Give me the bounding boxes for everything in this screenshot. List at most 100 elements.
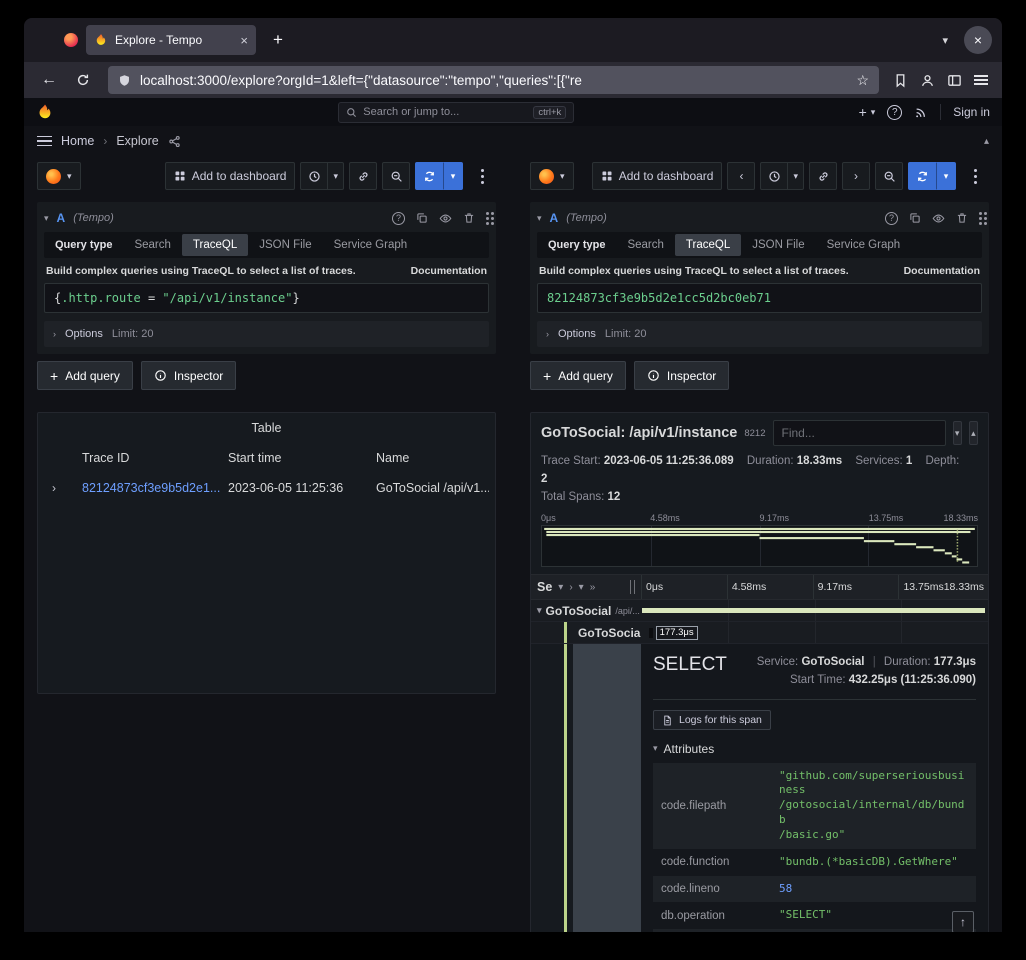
- list-tabs-chevron-icon[interactable]: ▾: [942, 34, 948, 47]
- time-shift-back-button[interactable]: ‹: [727, 162, 755, 190]
- news-rss-icon[interactable]: [914, 105, 928, 119]
- drag-handle-icon[interactable]: [486, 217, 489, 220]
- more-options-button[interactable]: [961, 162, 989, 190]
- attribute-row[interactable]: db.rows_affected 1: [653, 929, 976, 932]
- datasource-picker[interactable]: ▾: [37, 162, 81, 190]
- tab-search[interactable]: Search: [123, 234, 181, 256]
- tab-json-file[interactable]: JSON File: [741, 234, 815, 256]
- grafana-logo[interactable]: [36, 103, 54, 121]
- span-collapse-chevron-icon[interactable]: ▾: [537, 605, 542, 616]
- col-trace-id[interactable]: Trace ID: [82, 451, 228, 465]
- query-ref-id[interactable]: A: [57, 211, 66, 225]
- col-chevron-icon[interactable]: ▾: [558, 582, 563, 593]
- query-options-row[interactable]: › Options Limit: 20: [537, 321, 982, 347]
- link-button[interactable]: [349, 162, 377, 190]
- run-query-button[interactable]: [908, 162, 936, 190]
- time-picker-chevron[interactable]: ▾: [788, 162, 804, 190]
- col-name[interactable]: Name: [376, 451, 489, 465]
- mega-menu-icon[interactable]: [37, 133, 52, 150]
- column-resizer[interactable]: [630, 580, 635, 594]
- new-dropdown-button[interactable]: +▾: [859, 104, 876, 120]
- refresh-interval-chevron[interactable]: ▾: [443, 162, 463, 190]
- bookmark-star-icon[interactable]: ☆: [856, 72, 869, 89]
- window-close-button[interactable]: ×: [964, 26, 992, 54]
- shield-icon[interactable]: [118, 74, 131, 87]
- search-input[interactable]: Search or jump to... ctrl+k: [338, 102, 574, 123]
- share-icon[interactable]: [168, 135, 181, 148]
- reload-icon[interactable]: [68, 66, 98, 94]
- run-query-button[interactable]: [415, 162, 443, 190]
- query-ref-id[interactable]: A: [550, 211, 559, 225]
- browser-tab[interactable]: Explore - Tempo ×: [86, 25, 256, 55]
- tab-service-graph[interactable]: Service Graph: [323, 234, 419, 256]
- copy-query-icon[interactable]: [416, 212, 428, 224]
- breadcrumb-home[interactable]: Home: [61, 134, 94, 148]
- attribute-row[interactable]: code.lineno 58: [653, 876, 976, 903]
- sidebar-icon[interactable]: [947, 73, 962, 88]
- span-bar[interactable]: [649, 628, 653, 638]
- more-options-button[interactable]: [468, 162, 496, 190]
- find-input[interactable]: [773, 420, 946, 446]
- tab-traceql[interactable]: TraceQL: [675, 234, 741, 256]
- remove-query-trash-icon[interactable]: [463, 212, 475, 224]
- trace-minimap[interactable]: 0μs 4.58ms 9.17ms 13.75ms 18.33ms: [541, 512, 978, 567]
- prev-match-button[interactable]: ▴: [969, 421, 978, 445]
- span-bar[interactable]: [642, 608, 985, 613]
- col-start-time[interactable]: Start time: [228, 451, 376, 465]
- attribute-row[interactable]: db.operation "SELECT": [653, 902, 976, 929]
- expand-all-icon[interactable]: »: [590, 582, 596, 593]
- inspector-button[interactable]: Inspector: [634, 361, 729, 390]
- tab-close-icon[interactable]: ×: [240, 33, 248, 48]
- add-to-dashboard-button[interactable]: Add to dashboard: [592, 162, 723, 190]
- drag-handle-icon[interactable]: [979, 217, 982, 220]
- logs-for-span-button[interactable]: Logs for this span: [653, 710, 771, 730]
- copy-query-icon[interactable]: [909, 212, 921, 224]
- collapse-all-icon[interactable]: ▾: [579, 582, 584, 593]
- zoom-out-button[interactable]: [382, 162, 410, 190]
- zoom-out-button[interactable]: [875, 162, 903, 190]
- tab-service-graph[interactable]: Service Graph: [816, 234, 912, 256]
- next-match-button[interactable]: ▾: [953, 421, 962, 445]
- account-icon[interactable]: [920, 73, 935, 88]
- minimap-canvas[interactable]: [541, 525, 978, 567]
- time-picker-button[interactable]: [300, 162, 328, 190]
- time-shift-forward-button[interactable]: ›: [842, 162, 870, 190]
- add-to-dashboard-button[interactable]: Add to dashboard: [165, 162, 296, 190]
- attribute-row[interactable]: code.function "bundb.(*basicDB).GetWhere…: [653, 849, 976, 876]
- traceql-query-input[interactable]: 82124873cf3e9b5d2e1cc5d2bc0eb71: [537, 283, 982, 313]
- tab-search[interactable]: Search: [616, 234, 674, 256]
- link-button[interactable]: [809, 162, 837, 190]
- remove-query-trash-icon[interactable]: [956, 212, 968, 224]
- service-operation-col[interactable]: Se: [537, 580, 552, 594]
- new-tab-button[interactable]: +: [264, 30, 292, 50]
- back-icon[interactable]: ←: [34, 66, 64, 94]
- query-help-icon[interactable]: ?: [392, 212, 405, 225]
- add-query-button[interactable]: +Add query: [530, 361, 626, 390]
- documentation-link[interactable]: Documentation: [411, 265, 487, 277]
- expand-row-chevron-icon[interactable]: ›: [44, 481, 82, 495]
- traceql-query-input[interactable]: {.http.route = "/api/v1/instance"}: [44, 283, 489, 313]
- inspector-button[interactable]: Inspector: [141, 361, 236, 390]
- url-bar[interactable]: localhost:3000/explore?orgId=1&left={"da…: [108, 66, 879, 94]
- tab-json-file[interactable]: JSON File: [248, 234, 322, 256]
- disable-query-eye-icon[interactable]: [932, 212, 945, 225]
- trace-id-link[interactable]: 82124873cf3e9b5d2e1...: [82, 481, 228, 495]
- collapse-query-chevron-icon[interactable]: ▾: [537, 213, 542, 224]
- collapse-chevron-icon[interactable]: ▴: [984, 136, 989, 147]
- saved-logins-icon[interactable]: [893, 73, 908, 88]
- panel-title[interactable]: Table: [38, 413, 495, 443]
- attribute-row[interactable]: code.filepath "github.com/superseriousbu…: [653, 763, 976, 849]
- expand-one-icon[interactable]: ›: [569, 582, 572, 593]
- span-row-root[interactable]: ▾ GoToSocial /api/...: [531, 600, 988, 622]
- scroll-to-top-button[interactable]: ↑: [952, 911, 974, 932]
- time-picker-chevron[interactable]: ▾: [328, 162, 344, 190]
- span-row-selected[interactable]: GoToSocial 177.3μs: [531, 622, 988, 644]
- table-row[interactable]: › 82124873cf3e9b5d2e1... 2023-06-05 11:2…: [38, 473, 495, 503]
- menu-icon[interactable]: [974, 72, 988, 87]
- add-query-button[interactable]: +Add query: [37, 361, 133, 390]
- collapse-query-chevron-icon[interactable]: ▾: [44, 213, 49, 224]
- help-icon[interactable]: ?: [887, 105, 902, 120]
- refresh-interval-chevron[interactable]: ▾: [936, 162, 956, 190]
- disable-query-eye-icon[interactable]: [439, 212, 452, 225]
- sign-in-link[interactable]: Sign in: [953, 105, 990, 119]
